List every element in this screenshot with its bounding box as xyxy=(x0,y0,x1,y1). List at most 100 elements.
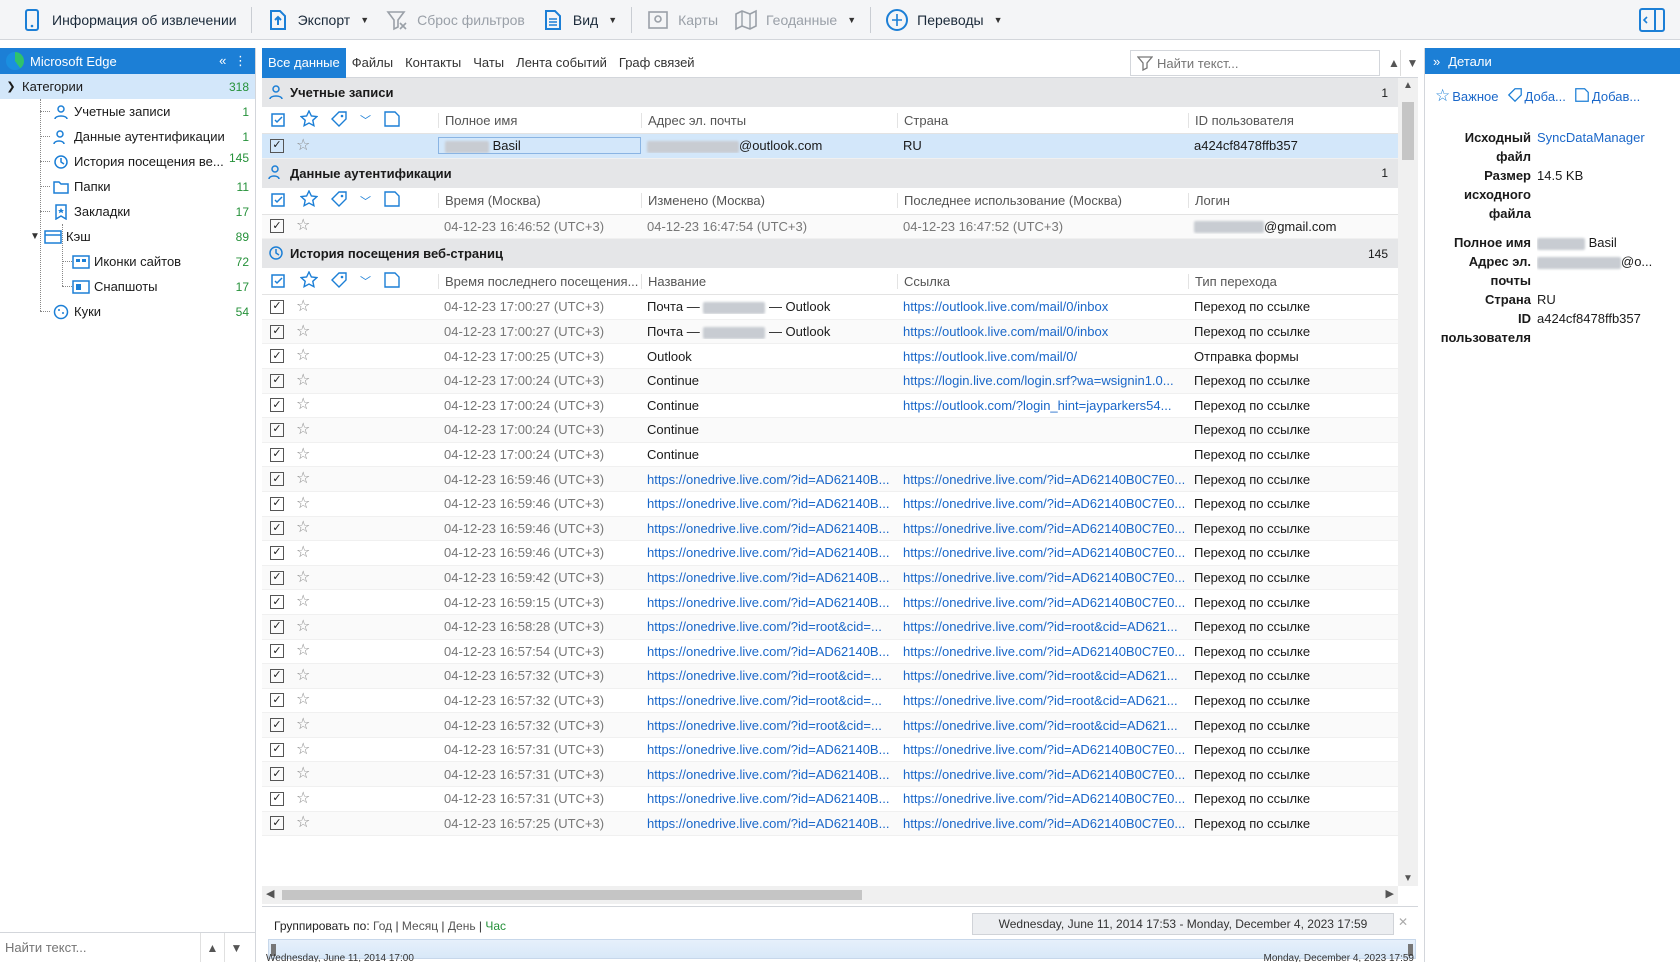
cell-title[interactable]: https://onedrive.live.com/?id=AD62140B..… xyxy=(641,472,897,487)
tree-item-cookies[interactable]: Куки 54 xyxy=(0,299,255,324)
cell-url[interactable]: https://onedrive.live.com/?id=root&cid=A… xyxy=(897,718,1188,733)
chevron-down-icon[interactable]: ﹀ xyxy=(360,112,371,128)
tree-item-categories[interactable]: ❯ Категории 318 xyxy=(0,74,255,99)
table-row[interactable]: ✓ ☆ 04-12-23 17:00:27 (UTC+3) Почта — — Out… xyxy=(262,319,1398,345)
cell-url[interactable]: https://outlook.live.com/mail/0/inbox xyxy=(897,299,1188,314)
star-icon[interactable]: ☆ xyxy=(296,717,310,733)
table-row[interactable]: ✓ ☆ 04-12-23 16:57:31 (UTC+3) https://onedr… xyxy=(262,762,1398,788)
expand-chevron-icon[interactable]: » xyxy=(1433,54,1440,69)
tab-event-feed[interactable]: Лента событий xyxy=(510,48,613,78)
cell-url[interactable]: https://onedrive.live.com/?id=root&cid=A… xyxy=(897,693,1188,708)
search-next-icon[interactable]: ▼ xyxy=(1400,50,1424,76)
star-icon[interactable]: ☆ xyxy=(296,618,310,635)
geodata-button[interactable]: Геоданные ▼ xyxy=(726,4,864,36)
star-icon[interactable]: ☆ xyxy=(296,348,310,364)
table-row[interactable]: ✓ ☆ 04-12-23 17:00:24 (UTC+3) Continue Перех… xyxy=(262,443,1398,468)
cell-url[interactable]: https://onedrive.live.com/?id=AD62140B0C… xyxy=(897,791,1188,806)
group-header-accounts[interactable]: Учетные записи 1 xyxy=(262,78,1398,107)
cell-url[interactable]: https://outlook.com/?login_hint=jayparke… xyxy=(897,398,1188,413)
table-row[interactable]: ✓ ☆ 04-12-23 16:59:46 (UTC+3) https://onedr… xyxy=(262,467,1398,492)
star-icon[interactable] xyxy=(299,108,319,131)
cell-title[interactable]: https://onedrive.live.com/?id=AD62140B..… xyxy=(641,570,897,585)
tag-icon[interactable] xyxy=(330,190,348,211)
cell-title[interactable]: https://onedrive.live.com/?id=AD62140B..… xyxy=(641,767,897,782)
cell-url[interactable]: https://onedrive.live.com/?id=root&cid=A… xyxy=(897,668,1188,683)
cell-title[interactable]: https://onedrive.live.com/?id=AD62140B..… xyxy=(641,791,897,806)
table-row[interactable]: ✓ ☆ 04-12-23 16:59:46 (UTC+3) https://onedr… xyxy=(262,492,1398,517)
horizontal-scrollbar[interactable]: ◀ ▶ xyxy=(262,886,1398,904)
cell-url[interactable]: https://onedrive.live.com/?id=AD62140B0C… xyxy=(897,742,1188,757)
group-by-month[interactable]: Месяц xyxy=(402,919,438,933)
cell-url[interactable]: https://onedrive.live.com/?id=AD62140B0C… xyxy=(897,816,1188,831)
column-last-visit[interactable]: Время последнего посещения... xyxy=(438,273,641,289)
star-icon[interactable]: ☆ xyxy=(296,397,310,413)
table-row[interactable]: ✓ ☆ 04-12-23 16:57:32 (UTC+3) https://onedr… xyxy=(262,713,1398,738)
panel-layout-button[interactable] xyxy=(1638,6,1666,34)
close-icon[interactable]: ✕ xyxy=(1398,915,1408,929)
star-icon[interactable]: ☆ xyxy=(296,594,310,610)
star-icon[interactable]: ☆ xyxy=(296,323,310,340)
star-icon[interactable]: ☆ xyxy=(296,569,310,586)
table-row[interactable]: ✓ ☆ 04-12-23 16:59:46 (UTC+3) https://onedr… xyxy=(262,516,1398,542)
note-icon[interactable] xyxy=(383,271,401,292)
star-icon[interactable] xyxy=(299,270,319,292)
table-row[interactable]: ✓ ☆ 04-12-23 16:57:25 (UTC+3) https://onedr… xyxy=(262,811,1398,837)
cell-title[interactable]: https://onedrive.live.com/?id=AD62140B..… xyxy=(641,816,897,831)
tree-item-history[interactable]: История посещения ве... xyxy=(0,149,230,174)
table-row[interactable]: ✓ ☆ Basil @outlook.com RU a424cf8478ffb3… xyxy=(262,134,1398,159)
select-all-icon[interactable] xyxy=(270,271,288,292)
star-icon[interactable]: ☆ xyxy=(296,766,310,782)
column-login[interactable]: Логин xyxy=(1188,193,1398,209)
cell-url[interactable]: https://onedrive.live.com/?id=AD62140B0C… xyxy=(897,767,1188,782)
cell-title[interactable]: https://onedrive.live.com/?id=AD62140B..… xyxy=(641,496,897,511)
table-row[interactable]: ✓ ☆ 04-12-23 17:00:24 (UTC+3) Continue https… xyxy=(262,368,1398,394)
table-row[interactable]: ✓ ☆ 04-12-23 16:59:46 (UTC+3) https://onedr… xyxy=(262,541,1398,566)
column-title[interactable]: Название xyxy=(641,273,897,289)
select-all-icon[interactable] xyxy=(270,190,288,211)
group-by-hour[interactable]: Час xyxy=(485,919,506,933)
tree-item-cache[interactable]: ▼ Кэш 89 xyxy=(0,224,255,249)
row-checkbox[interactable]: ✓ xyxy=(270,668,284,683)
tag-icon[interactable] xyxy=(330,110,348,131)
star-icon[interactable]: ☆ xyxy=(296,815,310,831)
chevron-down-icon[interactable]: ﹀ xyxy=(360,273,371,289)
row-checkbox[interactable]: ✓ xyxy=(270,619,284,634)
column-last-used[interactable]: Последнее использование (Москва) xyxy=(897,193,1188,209)
row-checkbox[interactable]: ✓ xyxy=(270,791,284,806)
important-button[interactable]: ☆ Важное xyxy=(1435,86,1499,106)
chevron-up-icon[interactable]: ▲ xyxy=(200,932,224,962)
tag-icon[interactable] xyxy=(330,271,348,292)
row-checkbox[interactable]: ✓ xyxy=(270,644,284,659)
star-icon[interactable]: ☆ xyxy=(296,446,310,463)
column-transition-type[interactable]: Тип перехода xyxy=(1188,273,1398,289)
star-icon[interactable]: ☆ xyxy=(296,520,310,536)
star-icon[interactable]: ☆ xyxy=(296,495,310,512)
row-checkbox[interactable]: ✓ xyxy=(270,718,284,733)
sidebar-search-input[interactable] xyxy=(0,934,200,961)
star-icon[interactable]: ☆ xyxy=(296,692,310,708)
row-checkbox[interactable]: ✓ xyxy=(270,219,284,234)
star-icon[interactable]: ☆ xyxy=(296,741,310,758)
cell-title[interactable]: https://onedrive.live.com/?id=AD62140B..… xyxy=(641,644,897,659)
collapse-sidebar-icon[interactable]: « ⋮ xyxy=(219,53,249,69)
table-row[interactable]: ✓ ☆ 04-12-23 17:00:24 (UTC+3) Continue Перех… xyxy=(262,418,1398,443)
row-checkbox[interactable]: ✓ xyxy=(270,138,284,153)
tree-item-auth-data[interactable]: Данные аутентификации 1 xyxy=(0,124,255,149)
star-icon[interactable]: ☆ xyxy=(296,298,310,315)
view-button[interactable]: Вид ▼ xyxy=(533,4,625,36)
table-row[interactable]: ✓ ☆ 04-12-23 17:00:25 (UTC+3) Outlook https:… xyxy=(262,344,1398,369)
row-checkbox[interactable]: ✓ xyxy=(270,742,284,757)
row-checkbox[interactable]: ✓ xyxy=(270,496,284,511)
table-row[interactable]: ✓ ☆ 04-12-23 16:59:42 (UTC+3) https://onedr… xyxy=(262,565,1398,591)
row-checkbox[interactable]: ✓ xyxy=(270,349,284,364)
row-checkbox[interactable]: ✓ xyxy=(270,545,284,560)
column-email[interactable]: Адрес эл. почты xyxy=(641,112,897,128)
star-icon[interactable]: ☆ xyxy=(296,790,310,807)
row-checkbox[interactable]: ✓ xyxy=(270,398,284,413)
group-by-day[interactable]: День xyxy=(448,919,476,933)
cell-url[interactable]: https://onedrive.live.com/?id=AD62140B0C… xyxy=(897,570,1188,585)
tree-item-bookmarks[interactable]: Закладки 17 xyxy=(0,199,255,224)
scroll-down-icon[interactable]: ▼ xyxy=(1398,873,1418,884)
tree-item-site-icons[interactable]: Иконки сайтов 72 xyxy=(0,249,255,274)
cell-url[interactable]: https://login.live.com/login.srf?wa=wsig… xyxy=(897,373,1188,388)
